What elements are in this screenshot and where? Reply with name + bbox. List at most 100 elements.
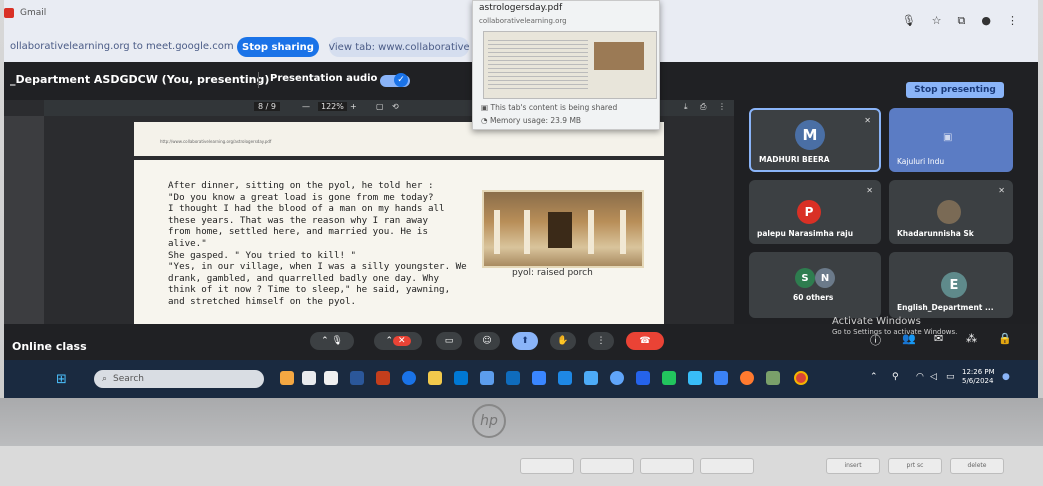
presentation-audio-label: Presentation audio — [270, 73, 378, 84]
page-total: / 9 — [265, 102, 276, 111]
pdf-page-current: After dinner, sitting on the pyol, he to… — [134, 160, 664, 324]
share-text: ollaborativelearning.org to meet.google.… — [10, 41, 234, 52]
app-icon[interactable] — [662, 371, 676, 385]
stop-sharing-button[interactable]: Stop sharing — [237, 37, 319, 57]
keyboard-key: delete — [950, 458, 1004, 474]
app-icon[interactable] — [584, 371, 598, 385]
files-icon[interactable] — [324, 371, 338, 385]
present-button[interactable]: ⬆ — [512, 332, 538, 350]
story-line: these years. That was the reason why I r… — [168, 214, 428, 226]
story-line: drank, gambled, and quarrelled badly one… — [168, 272, 440, 284]
keyboard: insert prt sc delete — [0, 446, 1043, 486]
battery-icon[interactable]: ▭ — [946, 372, 955, 382]
camera-off-button[interactable]: ⌃ ✕ — [374, 332, 422, 350]
more-icon[interactable]: ⋮ — [718, 102, 726, 111]
meet-controls: Online class ⌃ 🎙 ⌃ ✕ ▭ ☺ ⬆ ✋ ⋮ ☎ Activat… — [4, 316, 1038, 360]
menu-icon[interactable]: ⋮ — [1007, 14, 1018, 28]
tab-label: Gmail — [20, 8, 47, 18]
star-icon[interactable]: ☆ — [932, 14, 942, 28]
mic-button[interactable]: ⌃ 🎙 — [310, 332, 354, 350]
door — [548, 212, 572, 248]
activities-icon[interactable]: ⁂ — [966, 332, 977, 345]
taskbar-clock[interactable]: 12:26 PM 5/6/2024 — [962, 368, 995, 386]
app-icon[interactable] — [558, 371, 572, 385]
app-icon[interactable] — [506, 371, 520, 385]
avatar: S — [795, 268, 815, 288]
tray-icon[interactable]: ⚲ — [892, 372, 899, 382]
participant-tile[interactable]: ✕ M MADHURI BEERA — [749, 108, 881, 172]
page-url: http://www.collaborativelearning.org/ast… — [160, 139, 272, 144]
zoom-out-icon[interactable]: — — [302, 102, 310, 111]
popup-file-name: astrologersday.pdf — [479, 3, 563, 13]
tab-gmail[interactable]: Gmail — [4, 8, 46, 18]
extensions-icon[interactable]: ⧉ — [958, 14, 966, 28]
info-icon[interactable]: ⓘ — [870, 332, 881, 348]
app-icon[interactable] — [714, 371, 728, 385]
participant-tile[interactable]: E English_Department ... — [889, 252, 1013, 318]
story-line: After dinner, sitting on the pyol, he to… — [168, 180, 434, 191]
view-tab-button[interactable]: View tab: www.collaborative — [329, 37, 469, 57]
story-line: and stretched himself on the pyol. — [168, 295, 357, 307]
browser-toolbar-icons: 🎙 ☆ ⧉ ● ⋮ — [902, 14, 1018, 28]
download-icon[interactable]: ⤓ — [684, 102, 688, 112]
volume-icon[interactable]: ◁ — [930, 372, 937, 382]
word-icon[interactable] — [350, 371, 364, 385]
stop-presenting-button[interactable]: Stop presenting — [906, 82, 1004, 98]
wifi-icon[interactable]: ◠ — [916, 372, 924, 382]
photos-icon[interactable] — [766, 371, 780, 385]
people-icon[interactable]: 👥 — [902, 332, 916, 345]
chrome-icon[interactable] — [794, 371, 808, 385]
raise-hand-button[interactable]: ✋ — [550, 332, 576, 350]
chat-icon[interactable]: ✉ — [934, 332, 943, 345]
porch-photo — [482, 190, 644, 268]
captions-button[interactable]: ▭ — [436, 332, 462, 350]
more-options-button[interactable]: ⋮ — [588, 332, 614, 350]
thumbnail-image — [594, 42, 644, 70]
emoji-button[interactable]: ☺ — [474, 332, 500, 350]
shared-status: ▣ This tab's content is being shared — [481, 103, 618, 112]
file-explorer-icon[interactable] — [428, 371, 442, 385]
participant-name: English_Department ... — [897, 303, 994, 312]
taskbar-search[interactable]: ⌕ Search — [94, 370, 264, 388]
zoom-level[interactable]: 122% — [318, 102, 347, 111]
story-text: After dinner, sitting on the pyol, he to… — [168, 180, 473, 308]
host-controls-icon[interactable]: 🔒 — [998, 332, 1012, 345]
participant-name: Kajuluri Indu — [897, 157, 945, 166]
participant-tile[interactable]: ▣ Kajuluri Indu — [889, 108, 1013, 172]
pillar — [524, 210, 530, 254]
app-icon[interactable] — [376, 371, 390, 385]
story-line: from home, settled here, and married you… — [168, 226, 428, 238]
tab-thumbnail — [483, 31, 657, 99]
search-label: Search — [113, 374, 144, 384]
store-icon[interactable] — [454, 371, 468, 385]
others-tile[interactable]: S N 60 others — [749, 252, 881, 318]
windows-start-icon[interactable]: ⊞ — [56, 372, 72, 388]
participant-tile[interactable]: ✕ P palepu Narasimha raju — [749, 180, 881, 244]
keyboard-key — [700, 458, 754, 474]
keyboard-key: insert — [826, 458, 880, 474]
app-icon[interactable] — [636, 371, 650, 385]
edge-icon[interactable] — [402, 371, 416, 385]
widgets-icon[interactable] — [280, 371, 294, 385]
mic-icon[interactable]: 🎙 — [902, 14, 916, 28]
image-caption: pyol: raised porch — [512, 268, 593, 278]
participant-tile[interactable]: ✕ Khadarunnisha Sk — [889, 180, 1013, 244]
mail-icon[interactable] — [480, 371, 494, 385]
tray-chevron-icon[interactable]: ⌃ — [870, 372, 878, 382]
zoom-in-icon[interactable]: + — [350, 102, 357, 111]
app-icon[interactable] — [688, 371, 702, 385]
shared-status-text: This tab's content is being shared — [490, 103, 618, 112]
firefox-icon[interactable] — [740, 371, 754, 385]
app-icon[interactable] — [532, 371, 546, 385]
presentation-audio-toggle[interactable] — [380, 73, 410, 87]
rotate-icon[interactable]: ⟲ — [392, 102, 399, 111]
notification-icon[interactable]: ● — [1002, 372, 1010, 382]
profile-icon[interactable]: ● — [981, 14, 991, 28]
camera-off-icon: ▣ — [943, 132, 953, 143]
page-indicator[interactable]: 8 / 9 — [254, 102, 280, 111]
app-icon[interactable] — [610, 371, 624, 385]
leave-call-button[interactable]: ☎ — [626, 332, 664, 350]
fit-page-icon[interactable]: ▢ — [376, 102, 384, 111]
task-view-icon[interactable] — [302, 371, 316, 385]
print-icon[interactable]: ⎙ — [700, 102, 706, 112]
